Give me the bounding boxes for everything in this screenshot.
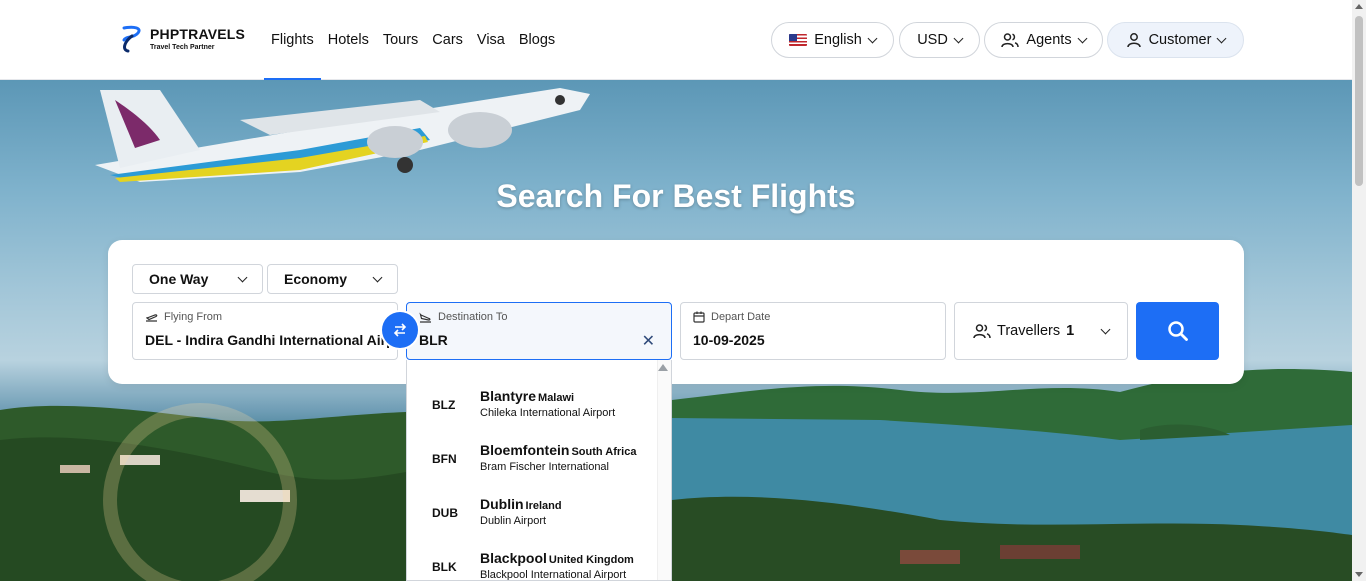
country-name: South Africa: [571, 446, 637, 458]
chevron-down-icon: [1077, 33, 1088, 43]
cabin-class-select[interactable]: Economy: [267, 264, 398, 294]
plane-takeoff-icon: [146, 313, 158, 322]
list-item[interactable]: BLK Blackpool United Kingdom Blackpool In…: [407, 544, 657, 581]
chevron-down-icon: [867, 33, 878, 43]
airport-name: Chileka International Airport: [480, 407, 616, 419]
airport-code: DUB: [432, 506, 458, 520]
users-icon: [1001, 33, 1020, 48]
scroll-up-arrow-icon[interactable]: [1355, 4, 1363, 9]
user-icon: [1126, 33, 1141, 48]
airport-name: Blackpool International Airport: [480, 569, 627, 581]
close-icon[interactable]: ✕: [642, 331, 655, 351]
logo-mark-icon: [122, 25, 141, 53]
airport-code: BLK: [432, 560, 457, 574]
flying-from-value: DEL - Indira Gandhi International Airp: [145, 332, 390, 348]
dropdown-scrollbar[interactable]: [657, 360, 671, 580]
airport-code: BLZ: [432, 398, 456, 412]
depart-date-field[interactable]: Depart Date 10-09-2025: [680, 302, 946, 360]
plane-landing-icon: [419, 312, 431, 323]
nav-cars[interactable]: Cars: [425, 0, 470, 80]
city-name: Blantyre: [480, 388, 537, 404]
destination-suggestions: BLZ Blantyre Malawi Chileka International…: [406, 360, 672, 581]
brand-logo[interactable]: PHPTRAVELS Travel Tech Partner: [120, 24, 245, 54]
swap-locations-button[interactable]: [382, 312, 418, 348]
trip-type-value: One Way: [149, 271, 209, 287]
scroll-down-arrow-icon[interactable]: [1355, 572, 1363, 577]
nav-hotels[interactable]: Hotels: [321, 0, 376, 80]
list-item[interactable]: BLZ Blantyre Malawi Chileka International…: [407, 382, 657, 436]
destination-field[interactable]: Destination To BLR ✕: [406, 302, 672, 360]
country-name: Malawi: [538, 392, 575, 404]
airplane-illustration: [95, 88, 590, 182]
language-dropdown[interactable]: English: [771, 22, 894, 58]
site-header: PHPTRAVELS Travel Tech Partner Flights H…: [0, 0, 1352, 80]
list-item[interactable]: BFN Bloemfontein South Africa Bram Fische…: [407, 436, 657, 490]
nav-visa[interactable]: Visa: [470, 0, 512, 80]
users-icon: [973, 324, 991, 339]
customer-dropdown[interactable]: Customer: [1107, 22, 1244, 58]
nav-tours[interactable]: Tours: [376, 0, 425, 80]
travellers-count: 1: [1066, 323, 1075, 339]
flying-from-field[interactable]: Flying From DEL - Indira Gandhi Internat…: [132, 302, 398, 360]
brand-tagline: Travel Tech Partner: [150, 44, 215, 51]
chevron-down-icon: [1100, 324, 1111, 334]
travellers-label: Travellers: [997, 323, 1061, 339]
brand-name: PHPTRAVELS: [150, 26, 246, 42]
search-icon: [1167, 321, 1188, 341]
nav-flights[interactable]: Flights: [264, 0, 321, 80]
city-name: Blackpool: [480, 550, 547, 566]
nav-blogs[interactable]: Blogs: [512, 0, 562, 80]
chevron-down-icon: [372, 272, 383, 282]
page-scrollbar[interactable]: [1352, 0, 1366, 581]
list-item[interactable]: DUB Dublin Ireland Dublin Airport: [407, 490, 657, 544]
chevron-down-icon: [237, 272, 248, 282]
city-name: Bloemfontein: [480, 442, 570, 458]
swap-arrows-icon: [393, 323, 407, 337]
main-nav: Flights Hotels Tours Cars Visa Blogs: [264, 0, 562, 80]
depart-date-label: Depart Date: [711, 311, 771, 323]
agents-dropdown[interactable]: Agents: [984, 22, 1103, 58]
customer-label: Customer: [1148, 32, 1212, 48]
country-name: United Kingdom: [548, 554, 634, 566]
currency-label: USD: [917, 32, 948, 48]
hero-title: Search For Best Flights: [496, 178, 856, 214]
airport-name: Bram Fischer International: [480, 461, 609, 473]
scrollbar-thumb[interactable]: [1355, 16, 1363, 186]
agents-label: Agents: [1026, 32, 1072, 48]
flight-search-card: One Way Economy Flying From DEL - Indira…: [108, 240, 1244, 384]
trip-type-select[interactable]: One Way: [132, 264, 263, 294]
currency-dropdown[interactable]: USD: [899, 22, 980, 58]
country-name: Ireland: [525, 500, 562, 512]
cabin-class-value: Economy: [284, 271, 348, 287]
destination-label: Destination To: [438, 311, 508, 323]
chevron-down-icon: [1216, 33, 1227, 43]
destination-input[interactable]: BLR: [419, 332, 448, 348]
flying-from-label: Flying From: [164, 311, 223, 323]
language-label: English: [814, 32, 862, 48]
scroll-up-arrow-icon[interactable]: [658, 364, 668, 371]
us-flag-icon: [789, 34, 808, 46]
airport-name: Dublin Airport: [480, 515, 547, 527]
airport-code: BFN: [432, 452, 457, 466]
calendar-icon: [693, 311, 705, 323]
depart-date-value: 10-09-2025: [693, 332, 765, 348]
chevron-down-icon: [953, 33, 964, 43]
search-button[interactable]: [1136, 302, 1219, 360]
travellers-dropdown[interactable]: Travellers 1: [954, 302, 1128, 360]
city-name: Dublin: [480, 496, 524, 512]
